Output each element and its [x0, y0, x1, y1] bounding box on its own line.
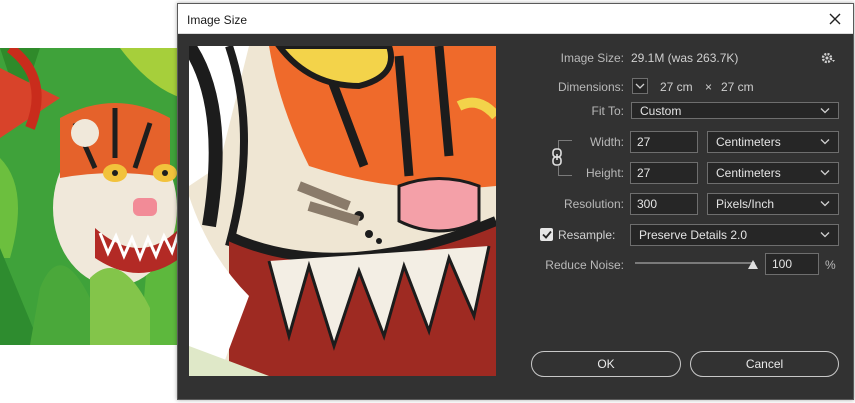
resample-method-select[interactable]: Preserve Details 2.0	[630, 224, 839, 246]
reduce-noise-label: Reduce Noise:	[545, 258, 624, 272]
resolution-input[interactable]	[630, 193, 698, 215]
cancel-button[interactable]: Cancel	[690, 351, 839, 377]
resample-label: Resample:	[558, 228, 616, 242]
chevron-down-icon	[820, 170, 830, 176]
width-input[interactable]	[630, 131, 698, 153]
reduce-noise-slider-track[interactable]	[635, 262, 755, 264]
height-unit-select[interactable]: Centimeters	[707, 162, 839, 184]
fit-to-value: Custom	[640, 103, 682, 118]
reduce-noise-input[interactable]	[765, 253, 819, 275]
width-label: Width:	[589, 135, 624, 149]
dimensions-width: 27 cm	[660, 80, 693, 94]
resolution-label: Resolution:	[563, 197, 624, 211]
link-icon[interactable]	[550, 148, 564, 166]
fit-to-label: Fit To:	[591, 104, 624, 118]
dialog-title: Image Size	[187, 13, 248, 27]
dimensions-label: Dimensions:	[557, 80, 624, 94]
canvas-image	[0, 48, 182, 345]
dimensions-dropdown[interactable]	[632, 78, 648, 94]
height-unit-value: Centimeters	[716, 166, 781, 180]
image-preview[interactable]	[189, 46, 496, 376]
chevron-down-icon	[820, 107, 830, 113]
height-label: Height:	[585, 166, 624, 180]
fit-to-select[interactable]: Custom	[631, 102, 839, 119]
dimensions-height: 27 cm	[721, 80, 754, 94]
image-size-label: Image Size:	[560, 51, 624, 65]
chevron-down-icon	[635, 83, 645, 89]
chevron-down-icon	[820, 232, 830, 238]
width-unit-value: Centimeters	[716, 135, 781, 149]
checkmark-icon	[541, 230, 552, 239]
image-size-dialog: Image Size Image Size: 29.1M (was 263.7K…	[177, 3, 854, 400]
reduce-noise-unit: %	[825, 258, 836, 272]
chevron-down-icon	[820, 139, 830, 145]
resample-method-value: Preserve Details 2.0	[639, 228, 748, 242]
ok-button[interactable]: OK	[531, 351, 681, 377]
resolution-unit-value: Pixels/Inch	[716, 197, 775, 211]
close-icon[interactable]	[825, 9, 845, 29]
dialog-titlebar: Image Size	[178, 4, 853, 34]
resample-checkbox[interactable]	[540, 228, 553, 241]
width-unit-select[interactable]: Centimeters	[707, 131, 839, 153]
height-input[interactable]	[630, 162, 698, 184]
reduce-noise-slider-thumb[interactable]	[748, 260, 758, 269]
gear-icon[interactable]	[820, 50, 836, 66]
dimensions-separator: ×	[705, 80, 713, 94]
image-size-value: 29.1M (was 263.7K)	[631, 51, 739, 65]
chevron-down-icon	[820, 201, 830, 207]
resolution-unit-select[interactable]: Pixels/Inch	[707, 193, 839, 215]
